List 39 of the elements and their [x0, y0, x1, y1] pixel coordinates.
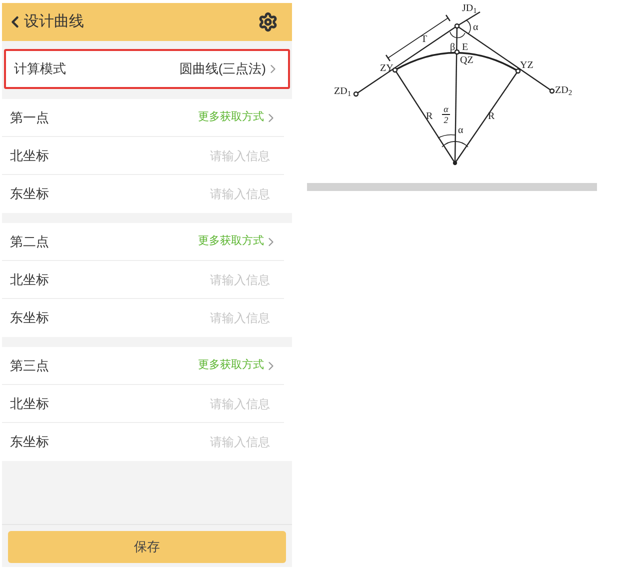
input-field[interactable]: 请输入信息	[59, 433, 270, 451]
fraction-denominator: 2	[444, 115, 448, 125]
section-title: 第一点	[10, 108, 49, 127]
page-title: 设计曲线	[24, 12, 84, 32]
settings-icon[interactable]	[258, 12, 278, 32]
field-label: 东坐标	[10, 309, 49, 328]
field-label: 北坐标	[10, 270, 49, 289]
field-label: 东坐标	[10, 433, 49, 452]
diagram-label: R	[488, 111, 495, 122]
input-field[interactable]: 请输入信息	[59, 309, 270, 327]
input-field[interactable]: 请输入信息	[59, 270, 270, 288]
section-title: 第二点	[10, 232, 49, 251]
fraction-numerator: α	[444, 104, 448, 114]
diagram-label: JD$_{1}$	[462, 3, 477, 14]
save-button[interactable]: 保存	[8, 531, 286, 563]
more-options-link[interactable]: 更多获取方式	[198, 357, 278, 374]
diagram-label: α	[458, 125, 464, 136]
diagram-label: ZD$_{2}$	[555, 85, 572, 96]
diagram-label: T	[421, 34, 428, 45]
field-label: 北坐标	[10, 146, 49, 165]
diagram-label: E	[462, 42, 468, 53]
diagram-label: β	[450, 42, 456, 53]
input-field[interactable]: 请输入信息	[59, 394, 270, 412]
diagram-label: YZ	[520, 60, 534, 71]
mode-row[interactable]: 计算模式 圆曲线(三点法)	[4, 49, 290, 89]
diagram-label: R	[426, 111, 433, 122]
more-options-link[interactable]: 更多获取方式	[198, 109, 278, 126]
mode-value: 圆曲线(三点法)	[179, 60, 266, 78]
section-title: 第三点	[10, 356, 49, 375]
diagram-label: α	[473, 22, 478, 33]
input-field[interactable]: 请输入信息	[59, 185, 270, 203]
input-field[interactable]: 请输入信息	[59, 146, 270, 164]
more-options-link[interactable]: 更多获取方式	[198, 233, 278, 250]
diagram-label: ZD$_{1}$	[334, 86, 352, 97]
diagram-label: QZ	[460, 55, 474, 66]
row-label: 计算模式	[14, 60, 66, 78]
diagram-label: ZY	[380, 63, 394, 74]
field-label: 东坐标	[10, 185, 49, 204]
field-label: 北坐标	[10, 394, 49, 413]
